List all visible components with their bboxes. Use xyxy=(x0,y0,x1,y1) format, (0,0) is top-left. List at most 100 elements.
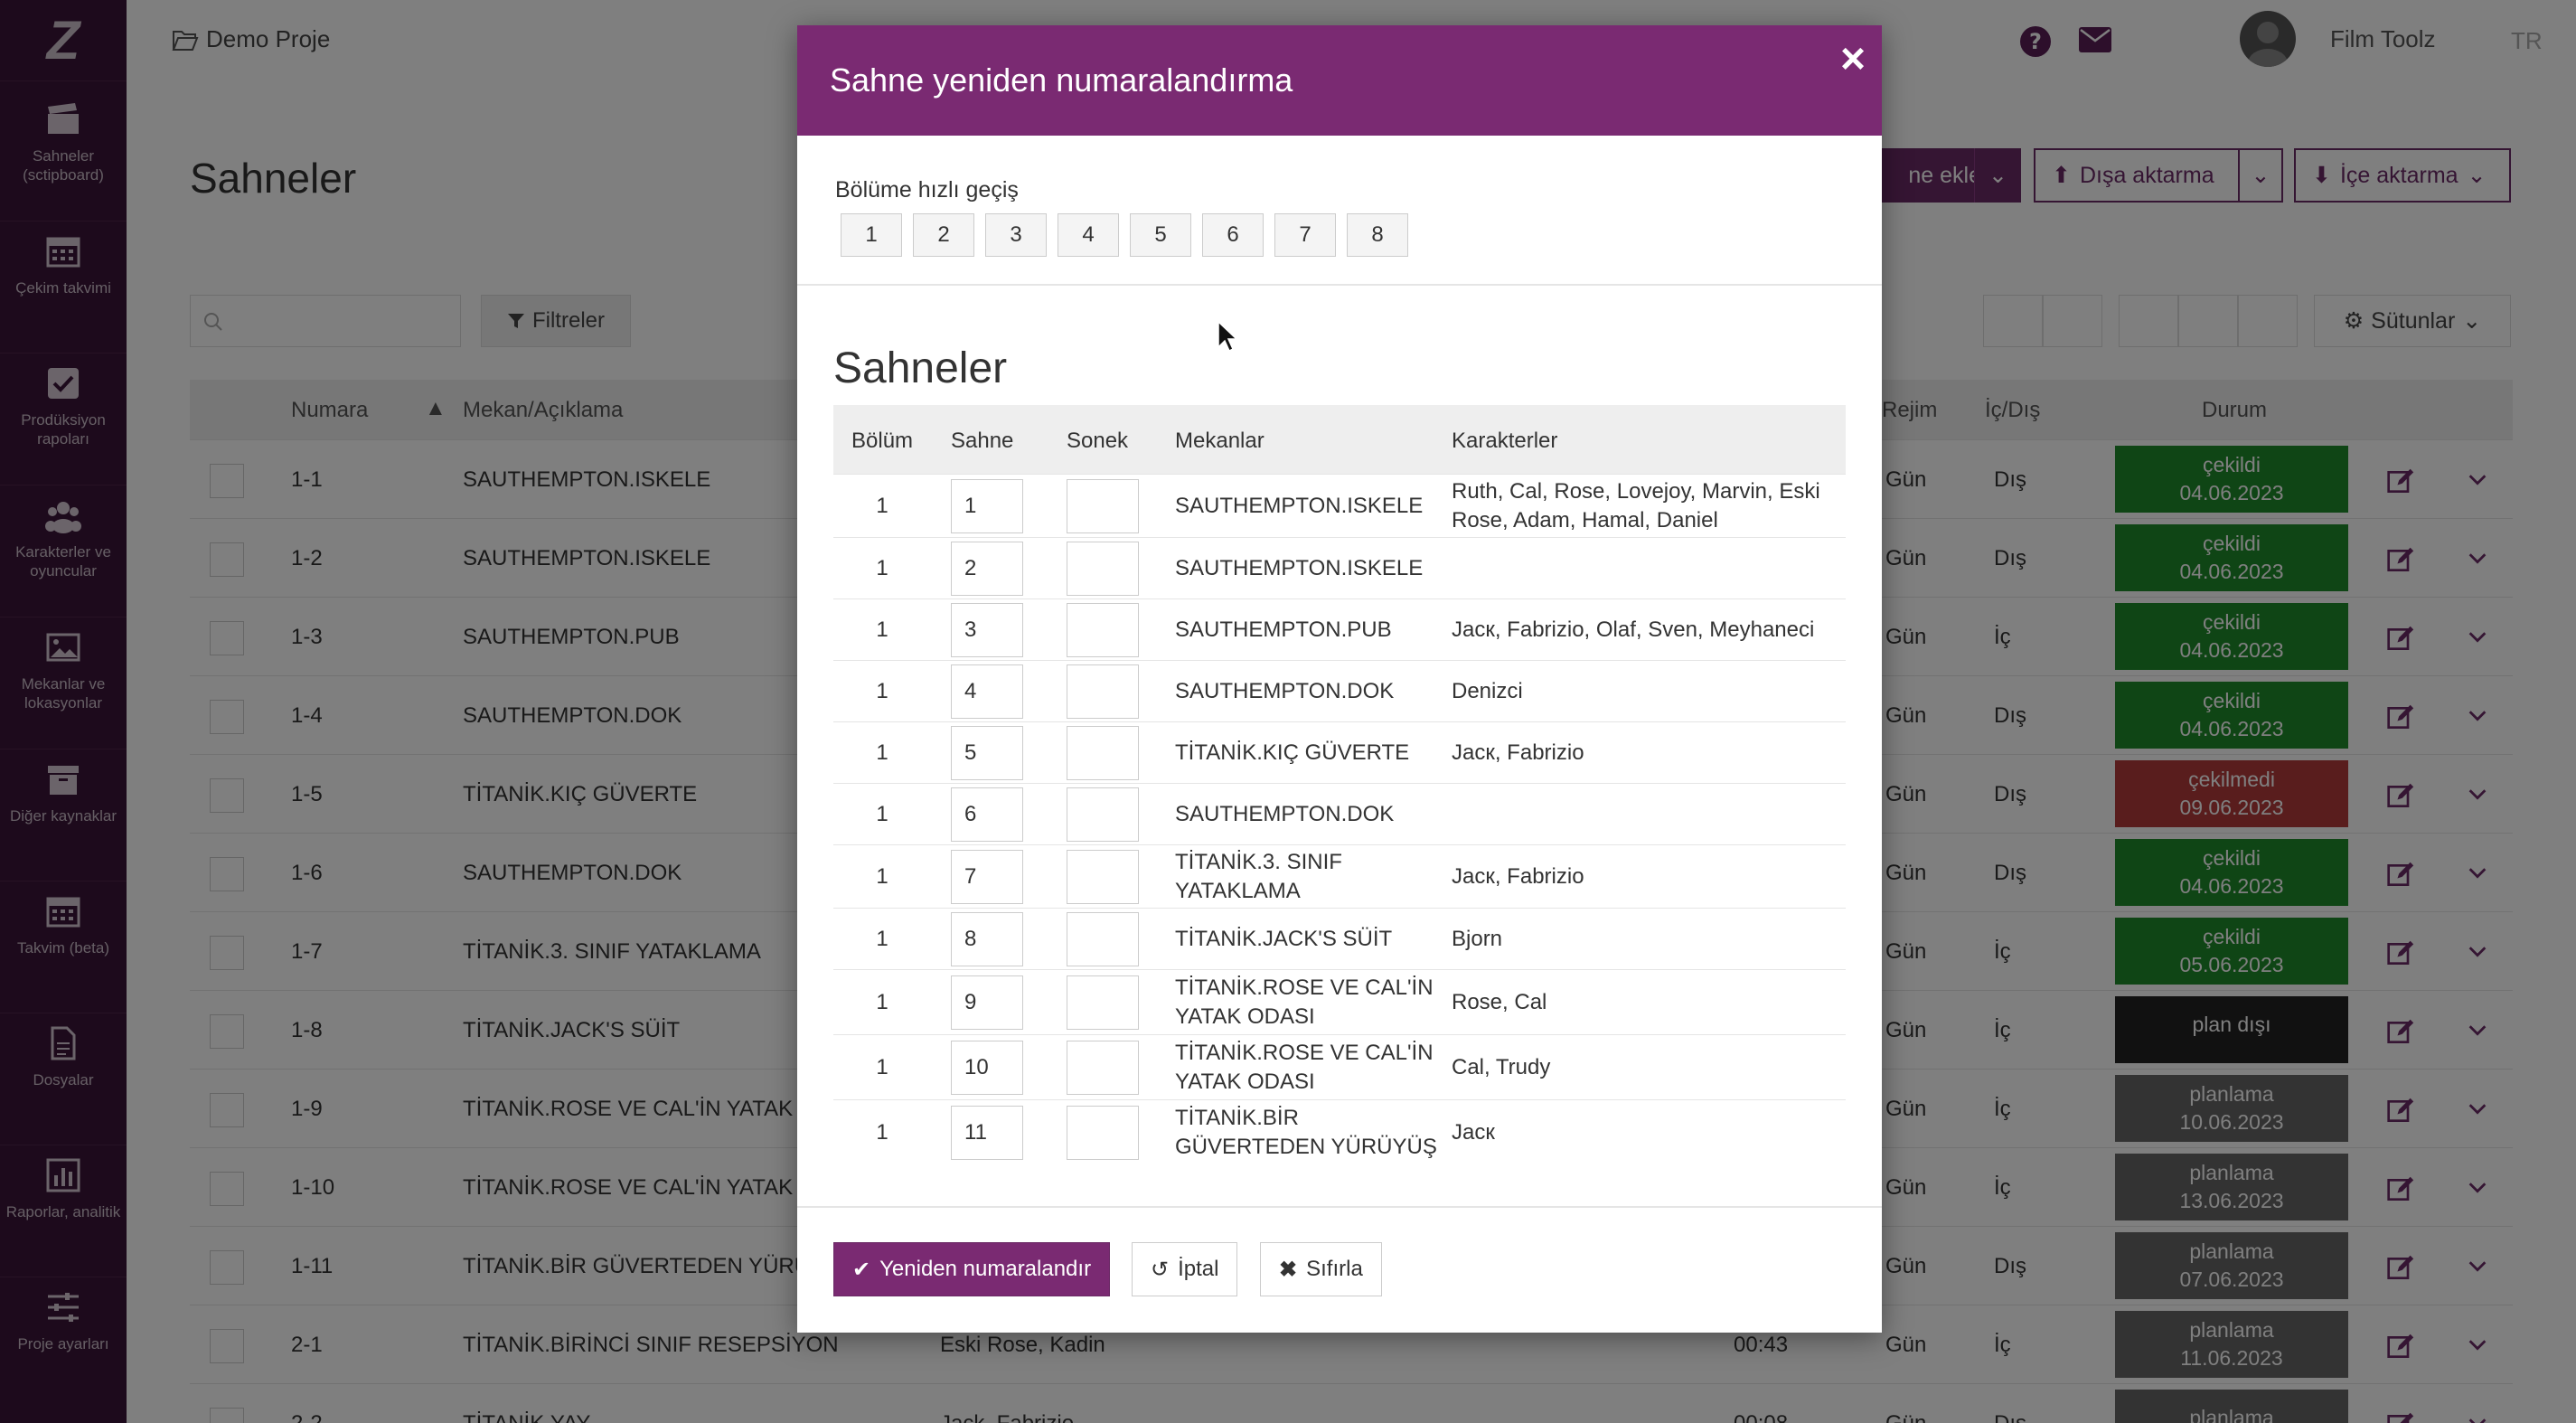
table-row: 1 SAUTHEMPTON.DOK Denizci xyxy=(833,660,1846,721)
section-jump-button[interactable]: 5 xyxy=(1130,213,1191,257)
cancel-label: İptal xyxy=(1178,1257,1219,1281)
reset-label: Sıfırla xyxy=(1306,1257,1363,1281)
quick-jump-label: Bölüme hızlı geçiş xyxy=(835,177,1019,203)
bolum-cell: 1 xyxy=(876,990,888,1014)
location-cell: TİTANİK.ROSE VE CAL'İN YATAK ODASI xyxy=(1175,1041,1434,1094)
location-cell: SAUTHEMPTON.DOK xyxy=(1175,679,1395,703)
bolum-cell: 1 xyxy=(876,802,888,826)
section-jump-button[interactable]: 4 xyxy=(1058,213,1119,257)
suffix-input[interactable] xyxy=(1067,1106,1139,1160)
table-row: 1 SAUTHEMPTON.PUB Jacк, Fabrizio, Olaf, Sv… xyxy=(833,598,1846,660)
divider xyxy=(797,284,1882,286)
renumber-button[interactable]: ✔ Yeniden numaralandır xyxy=(833,1242,1111,1296)
location-cell: TİTANİK.BİR GÜVERTEDEN YÜRÜYÜŞ xyxy=(1175,1106,1437,1159)
bolum-cell: 1 xyxy=(876,740,888,765)
section-jump-button[interactable]: 7 xyxy=(1274,213,1336,257)
renumber-table-header: Bölüm Sahne Sonek Mekanlar Karakterler xyxy=(833,405,1846,474)
bolum-cell: 1 xyxy=(876,679,888,703)
renumber-table-body: 1 SAUTHEMPTON.ISKELE Ruth, Cal, Rose, Love… xyxy=(833,474,1846,1164)
scene-number-input[interactable] xyxy=(951,850,1023,904)
table-row: 1 TİTANİK.KIÇ GÜVERTE Jacк, Fabrizio xyxy=(833,721,1846,783)
scene-number-input[interactable] xyxy=(951,1041,1023,1095)
suffix-input[interactable] xyxy=(1067,787,1139,842)
location-cell: TİTANİK.ROSE VE CAL'İN YATAK ODASI xyxy=(1175,975,1434,1029)
bolum-cell: 1 xyxy=(876,1120,888,1145)
suffix-input[interactable] xyxy=(1067,975,1139,1030)
scene-number-input[interactable] xyxy=(951,542,1023,596)
bolum-cell: 1 xyxy=(876,927,888,951)
divider xyxy=(797,1206,1882,1208)
suffix-input[interactable] xyxy=(1067,726,1139,780)
table-row: 1 TİTANİK.JACK'S SÜİT Bjorn xyxy=(833,908,1846,969)
x-icon: ✖ xyxy=(1279,1257,1298,1282)
bolum-cell: 1 xyxy=(876,1055,888,1079)
table-row: 1 SAUTHEMPTON.ISKELE Ruth, Cal, Rose, Love… xyxy=(833,474,1846,537)
section-jump-button[interactable]: 1 xyxy=(841,213,902,257)
table-row: 1 SAUTHEMPTON.ISKELE xyxy=(833,537,1846,598)
scene-number-input[interactable] xyxy=(951,1106,1023,1160)
cancel-button[interactable]: ↺ İptal xyxy=(1132,1242,1238,1296)
section-title: Sahneler xyxy=(833,344,1008,392)
characters-cell: Ruth, Cal, Rose, Lovejoy, Marvin, Eski R… xyxy=(1452,479,1820,532)
header-sahne: Sahne xyxy=(951,429,1014,453)
dialog-title: Sahne yeniden numaralandırma xyxy=(830,61,1293,99)
table-row: 1 TİTANİK.ROSE VE CAL'İN YATAK ODASI Cal, … xyxy=(833,1034,1846,1099)
renumber-table: Bölüm Sahne Sonek Mekanlar Karakterler 1… xyxy=(833,405,1846,1164)
location-cell: SAUTHEMPTON.DOK xyxy=(1175,802,1395,826)
table-row: 1 TİTANİK.ROSE VE CAL'İN YATAK ODASI Rose,… xyxy=(833,969,1846,1034)
header-sonek: Sonek xyxy=(1067,429,1129,453)
undo-icon: ↺ xyxy=(1151,1257,1170,1282)
renumber-label: Yeniden numaralandır xyxy=(879,1257,1092,1281)
reset-button[interactable]: ✖ Sıfırla xyxy=(1260,1242,1382,1296)
characters-cell: Jacк, Fabrizio xyxy=(1452,740,1584,765)
header-mekanlar: Mekanlar xyxy=(1175,429,1264,453)
location-cell: TİTANİK.KIÇ GÜVERTE xyxy=(1175,740,1410,765)
characters-cell: Bjorn xyxy=(1452,927,1503,951)
suffix-input[interactable] xyxy=(1067,912,1139,966)
bolum-cell: 1 xyxy=(876,556,888,580)
close-icon[interactable]: × xyxy=(1840,38,1866,81)
characters-cell: Cal, Trudy xyxy=(1452,1055,1551,1079)
check-icon: ✔ xyxy=(852,1257,871,1282)
location-cell: TİTANİK.JACK'S SÜİT xyxy=(1175,927,1393,951)
header-bolum: Bölüm xyxy=(851,429,914,453)
location-cell: SAUTHEMPTON.ISKELE xyxy=(1175,556,1424,580)
section-jump-button[interactable]: 8 xyxy=(1347,213,1408,257)
location-cell: SAUTHEMPTON.PUB xyxy=(1175,617,1392,642)
section-jump-button[interactable]: 6 xyxy=(1202,213,1264,257)
scene-number-input[interactable] xyxy=(951,912,1023,966)
characters-cell: Rose, Cal xyxy=(1452,990,1547,1014)
section-jump-button[interactable]: 3 xyxy=(985,213,1047,257)
suffix-input[interactable] xyxy=(1067,542,1139,596)
location-cell: TİTANİK.3. SINIF YATAKLAMA xyxy=(1175,850,1342,903)
section-jump-button[interactable]: 2 xyxy=(913,213,974,257)
characters-cell: Denizci xyxy=(1452,679,1523,703)
characters-cell: Jacк xyxy=(1452,1120,1495,1145)
dialog-header: Sahne yeniden numaralandırma × xyxy=(797,25,1882,136)
table-row: 1 TİTANİK.3. SINIF YATAKLAMA Jacк, Fabrizi… xyxy=(833,844,1846,908)
suffix-input[interactable] xyxy=(1067,664,1139,719)
scene-number-input[interactable] xyxy=(951,726,1023,780)
scene-number-input[interactable] xyxy=(951,975,1023,1030)
bolum-cell: 1 xyxy=(876,864,888,889)
scene-number-input[interactable] xyxy=(951,479,1023,533)
quick-jump: Bölüme hızlı geçiş 12345678 xyxy=(835,177,1408,257)
table-row: 1 TİTANİK.BİR GÜVERTEDEN YÜRÜYÜŞ Jacк xyxy=(833,1099,1846,1164)
header-karakterler: Karakterler xyxy=(1452,429,1558,453)
table-row: 1 SAUTHEMPTON.DOK xyxy=(833,783,1846,844)
suffix-input[interactable] xyxy=(1067,603,1139,657)
suffix-input[interactable] xyxy=(1067,850,1139,904)
bolum-cell: 1 xyxy=(876,617,888,642)
suffix-input[interactable] xyxy=(1067,479,1139,533)
characters-cell: Jacк, Fabrizio xyxy=(1452,864,1584,889)
mouse-cursor-icon xyxy=(1217,320,1238,353)
scene-number-input[interactable] xyxy=(951,664,1023,719)
quick-jump-buttons: 12345678 xyxy=(841,213,1408,257)
suffix-input[interactable] xyxy=(1067,1041,1139,1095)
location-cell: SAUTHEMPTON.ISKELE xyxy=(1175,494,1424,518)
characters-cell: Jacк, Fabrizio, Olaf, Sven, Meyhaneci xyxy=(1452,617,1815,642)
scene-number-input[interactable] xyxy=(951,603,1023,657)
scene-number-input[interactable] xyxy=(951,787,1023,842)
bolum-cell: 1 xyxy=(876,494,888,518)
renumber-dialog: Sahne yeniden numaralandırma × Bölüme hı… xyxy=(797,25,1882,1333)
